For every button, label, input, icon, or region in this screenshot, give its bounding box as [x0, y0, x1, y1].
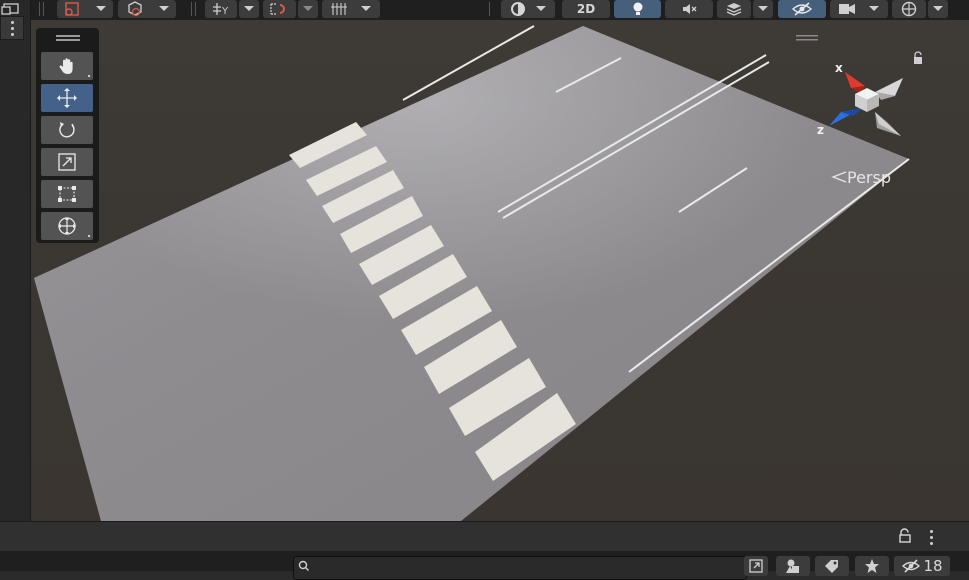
overlay-drag-handle[interactable]: [796, 35, 818, 41]
scene-toolbar: Y 2D: [31, 0, 969, 20]
rect-tool-button[interactable]: [41, 180, 93, 208]
camera-settings-button[interactable]: [830, 0, 888, 18]
gizmo-z-label: z: [817, 123, 824, 137]
open-search-window-button[interactable]: [744, 556, 768, 576]
rect-transform-icon: [58, 186, 76, 202]
scene-visibility-icon: [791, 2, 813, 16]
more-options-icon[interactable]: [0, 16, 24, 40]
snap-button[interactable]: [263, 0, 296, 18]
hand-icon: [59, 58, 73, 74]
search-icon: [298, 560, 309, 571]
snap-dropdown[interactable]: [298, 0, 318, 18]
search-input[interactable]: [293, 556, 747, 580]
gizmos-dropdown[interactable]: [928, 0, 948, 18]
projection-toggle[interactable]: Persp: [831, 168, 891, 187]
rotate-icon: [59, 122, 75, 138]
hand-tool-button[interactable]: [41, 52, 93, 80]
lighting-icon: [633, 2, 642, 15]
gizmos-button[interactable]: [892, 0, 926, 18]
gizmo-x-label: x: [835, 61, 843, 75]
search-by-label-button[interactable]: [815, 556, 849, 576]
favorites-button[interactable]: [855, 556, 889, 576]
grid-snap-button[interactable]: [322, 0, 380, 18]
hidden-eye-icon: [902, 559, 921, 573]
transform-icon: [58, 217, 76, 235]
drag-handle[interactable]: [56, 35, 80, 37]
gizmo-select-button[interactable]: [57, 0, 113, 18]
effects-dropdown[interactable]: [753, 0, 773, 18]
move-icon: [57, 88, 77, 108]
star-icon: [865, 559, 879, 573]
tag-icon: [825, 560, 838, 573]
audio-toggle-button[interactable]: [665, 0, 713, 18]
layout-icon[interactable]: [1, 0, 23, 15]
left-panel-strip: [0, 0, 31, 521]
transform-tool-button[interactable]: [41, 212, 93, 240]
orientation-gizmo[interactable]: x z: [805, 50, 915, 160]
lighting-toggle-button[interactable]: [614, 0, 661, 18]
rotate-tool-button[interactable]: [41, 116, 93, 144]
2d-toggle-button[interactable]: 2D: [562, 0, 610, 18]
audio-icon: [683, 4, 697, 14]
gizmos-icon: [901, 1, 917, 17]
search-by-type-button[interactable]: [776, 556, 810, 576]
draw-mode-button[interactable]: [118, 0, 176, 18]
pivot-dropdown[interactable]: [239, 0, 259, 18]
perspective-icon: [831, 171, 847, 183]
shapes-icon: [786, 559, 799, 573]
scene-visibility-button[interactable]: [778, 0, 826, 18]
drag-handle-line: [56, 39, 80, 41]
svg-text:Y: Y: [221, 6, 229, 17]
effects-icon: [726, 3, 742, 16]
tools-overlay: [36, 28, 99, 243]
projection-label: Persp: [847, 168, 891, 187]
shading-mode-button[interactable]: [501, 0, 555, 18]
hidden-count: 18: [923, 557, 943, 575]
move-tool-button[interactable]: [41, 84, 93, 112]
camera-icon: [839, 4, 879, 14]
pivot-button[interactable]: Y: [205, 0, 237, 18]
panel-more-options-icon[interactable]: [925, 527, 937, 547]
scale-tool-button[interactable]: [41, 148, 93, 176]
project-panel-header: [0, 521, 969, 551]
hidden-packages-button[interactable]: 18: [894, 556, 950, 576]
panel-lock-icon[interactable]: [898, 528, 912, 543]
effects-button[interactable]: [717, 0, 751, 18]
2d-label: 2D: [576, 2, 596, 16]
scale-icon: [58, 153, 76, 171]
gizmo-x-cone: [845, 72, 865, 88]
